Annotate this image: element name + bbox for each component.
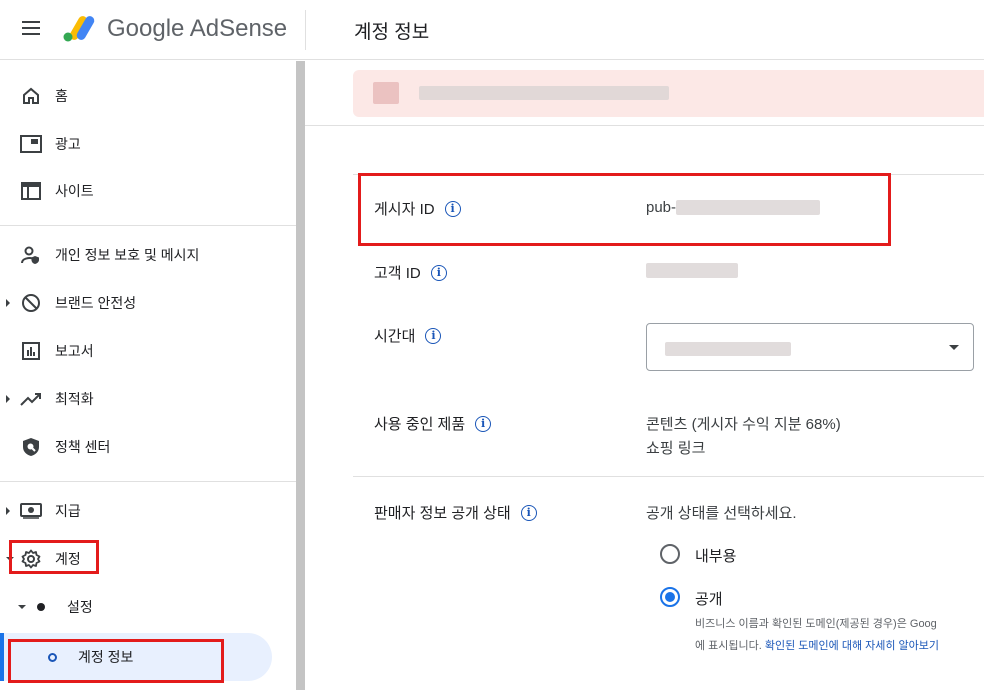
learn-more-link[interactable]: 확인된 도메인에 대해 자세히 알아보기 <box>765 640 939 652</box>
alert-banner <box>353 70 984 117</box>
timezone-select[interactable] <box>646 323 974 371</box>
sidebar-item-label: 최적화 <box>55 391 94 407</box>
sidebar-item-optimization[interactable]: 최적화 <box>0 377 296 421</box>
products-label: 사용 중인 제품 i <box>374 413 492 434</box>
sidebar-item-brand-safety[interactable]: 브랜드 안전성 <box>0 281 296 325</box>
products-label-text: 사용 중인 제품 <box>374 416 466 433</box>
radio-internal[interactable] <box>660 544 680 564</box>
sidebar-item-label: 지급 <box>55 503 81 519</box>
customer-id-label: 고객 ID i <box>374 262 447 283</box>
public-description-line1: 비즈니스 이름과 확인된 도메인(제공된 경우)은 Goog <box>695 618 937 630</box>
header-divider <box>305 10 306 50</box>
sidebar-item-home[interactable]: 홈 <box>0 74 296 118</box>
redacted-text <box>419 86 669 100</box>
public-description-text: 에 표시됩니다. <box>695 640 765 652</box>
sidebar-divider <box>0 225 296 226</box>
public-description-line2: 에 표시됩니다. 확인된 도메인에 대해 자세히 알아보기 <box>695 637 984 653</box>
sidebar-item-label: 홈 <box>55 88 68 104</box>
seller-info-label-text: 판매자 정보 공개 상태 <box>374 505 511 522</box>
expand-caret-icon[interactable] <box>6 507 10 515</box>
sidebar-item-reports[interactable]: 보고서 <box>0 329 296 373</box>
sites-icon <box>20 180 42 202</box>
sidebar-item-label: 브랜드 안전성 <box>55 295 137 311</box>
sidebar-divider <box>0 481 296 482</box>
sidebar-item-label: 보고서 <box>55 343 94 359</box>
highlight-box <box>358 173 891 246</box>
sidebar-scrollbar[interactable] <box>296 61 305 690</box>
sidebar-item-privacy-messaging[interactable]: 개인 정보 보호 및 메시지 <box>0 233 296 277</box>
payments-icon <box>20 500 42 522</box>
redacted-customer-id <box>646 263 738 278</box>
seller-info-label: 판매자 정보 공개 상태 i <box>374 502 537 523</box>
radio-public-label[interactable]: 공개 <box>695 588 723 609</box>
sidebar-item-label: 개인 정보 보호 및 메시지 <box>55 247 200 263</box>
expand-caret-icon[interactable] <box>6 299 10 307</box>
sidebar-item-payments[interactable]: 지급 <box>0 489 296 533</box>
timezone-label: 시간대 i <box>374 325 442 346</box>
adsense-logo-icon <box>63 16 95 42</box>
top-bar: Google AdSense 계정 정보 <box>0 0 984 60</box>
home-icon <box>20 85 42 107</box>
sidebar-item-ads[interactable]: 광고 <box>0 122 296 166</box>
dropdown-arrow-icon <box>949 345 959 350</box>
menu-icon[interactable] <box>22 21 40 35</box>
info-icon[interactable]: i <box>430 264 447 281</box>
radio-internal-label[interactable]: 내부용 <box>695 545 736 566</box>
highlight-box <box>8 639 224 683</box>
row-divider <box>353 476 984 477</box>
sidebar-item-sites[interactable]: 사이트 <box>0 169 296 213</box>
product-content: 콘텐츠 (게시자 수익 지분 68%) <box>646 416 841 433</box>
dot-icon <box>37 603 45 611</box>
redacted-icon <box>373 82 399 104</box>
highlight-box <box>9 540 99 574</box>
sidebar-item-label: 광고 <box>55 136 81 152</box>
page-title: 계정 정보 <box>354 22 430 43</box>
sidebar-item-label: 사이트 <box>55 183 94 199</box>
ads-icon <box>20 133 42 155</box>
brand-name: Google AdSense <box>107 15 288 42</box>
expand-caret-icon[interactable] <box>6 395 10 403</box>
privacy-icon <box>20 244 42 266</box>
radio-public[interactable] <box>660 587 680 607</box>
sidebar-item-policy-center[interactable]: 정책 센터 <box>0 425 296 469</box>
policy-shield-icon <box>20 436 42 458</box>
section-divider <box>305 125 984 126</box>
collapse-caret-icon[interactable] <box>18 605 26 609</box>
customer-id-label-text: 고객 ID <box>374 265 421 282</box>
block-icon <box>20 292 42 314</box>
sidebar-item-label: 정책 센터 <box>55 439 111 455</box>
seller-prompt: 공개 상태를 선택하세요. <box>646 505 797 522</box>
product-shopping-links: 쇼핑 링크 <box>646 440 706 457</box>
reports-icon <box>20 340 42 362</box>
trending-up-icon <box>20 388 42 410</box>
sidebar-item-label: 설정 <box>67 599 93 615</box>
sidebar-item-settings[interactable]: 설정 <box>0 585 296 629</box>
info-icon[interactable]: i <box>475 415 492 432</box>
timezone-label-text: 시간대 <box>374 328 416 345</box>
redacted-timezone <box>665 342 791 356</box>
info-icon[interactable]: i <box>425 327 442 344</box>
info-icon[interactable]: i <box>520 504 537 521</box>
